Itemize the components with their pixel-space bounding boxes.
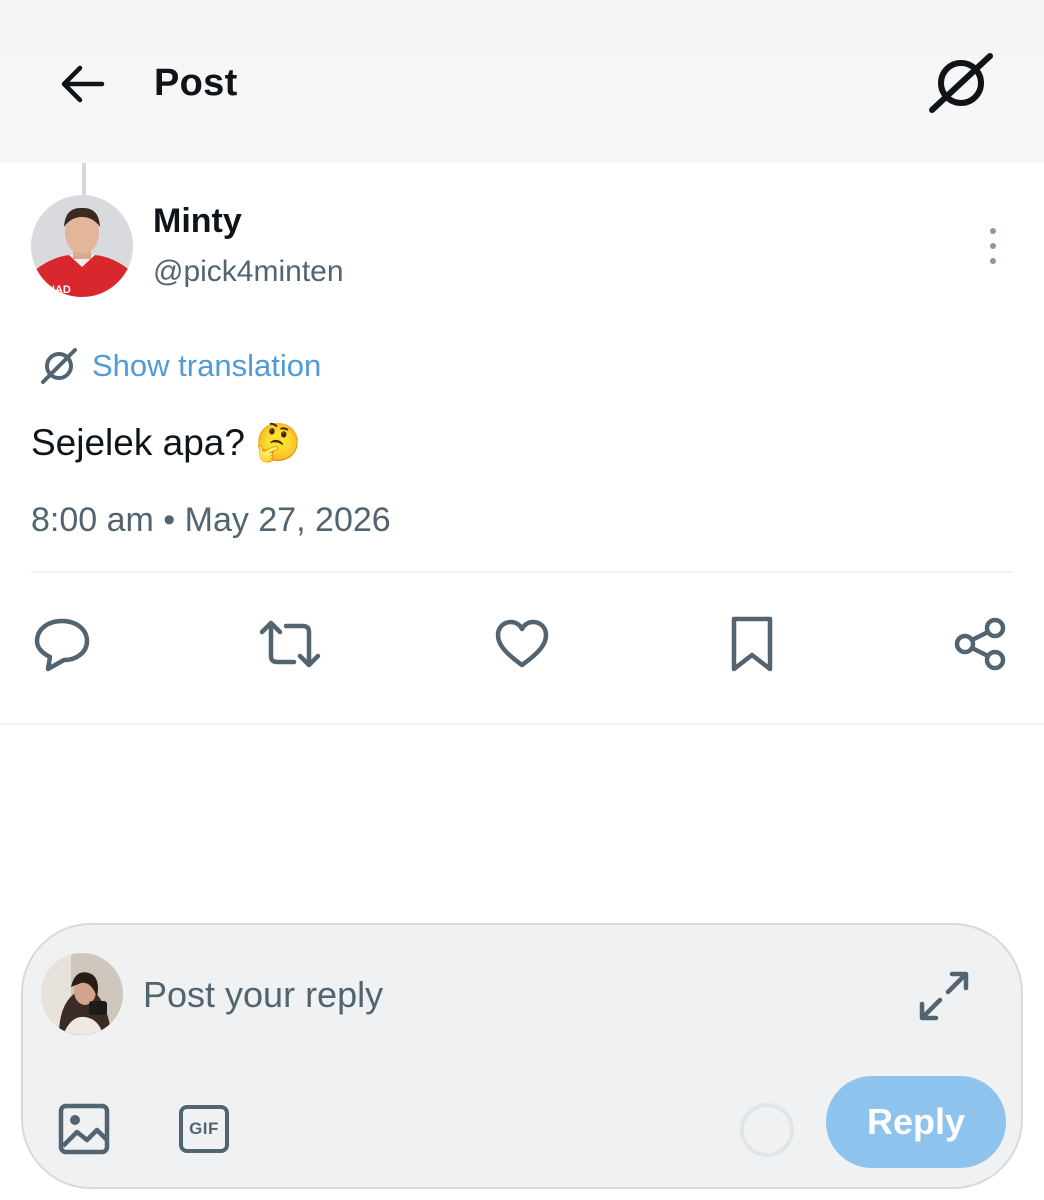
add-media-button[interactable] [57,1102,111,1156]
divider [0,723,1044,725]
show-translation-label: Show translation [92,348,322,383]
post-timestamp[interactable]: 8:00 am • May 27, 2026 [31,498,391,542]
show-translation-link[interactable]: Show translation [40,345,321,387]
add-gif-button[interactable]: GIF [179,1105,229,1153]
top-bar: Post [0,0,1044,163]
author-display-name[interactable]: Minty [153,200,242,242]
image-icon [58,1103,110,1155]
repost-action-button[interactable] [258,612,322,676]
avatar-hockey-player: NAD [31,195,133,297]
thread-line [82,163,86,195]
more-dot [990,258,996,264]
page-title: Post [154,62,238,104]
reply-input[interactable] [143,967,743,1023]
gif-label: GIF [189,1119,219,1138]
reply-composer: GIF Reply [21,923,1023,1189]
avatar-photo [41,953,123,1035]
grok-translate-button[interactable] [928,52,994,114]
more-dot [990,243,996,249]
divider [31,571,1013,573]
repost-icon [259,620,321,668]
reply-action-button[interactable] [30,612,94,676]
grok-translate-icon [929,53,993,113]
back-button[interactable] [56,60,108,108]
more-vertical-icon [990,228,996,234]
author-avatar[interactable]: NAD [31,195,133,297]
character-count-ring [740,1103,794,1157]
author-handle[interactable]: @pick4minten [153,252,344,292]
expand-composer-button[interactable] [913,965,975,1027]
arrow-left-icon [61,65,105,103]
more-options-button[interactable] [976,222,1010,270]
share-icon [954,617,1006,671]
reply-submit-button[interactable]: Reply [826,1076,1006,1168]
like-action-button[interactable] [490,612,554,676]
bookmark-action-button[interactable] [720,612,784,676]
post-text: Sejelek apa? 🤔 [31,422,302,463]
svg-text:NAD: NAD [47,284,71,296]
comment-icon [34,618,90,672]
bookmark-icon [731,616,773,672]
share-action-button[interactable] [948,612,1012,676]
grok-translate-icon [41,348,77,384]
current-user-avatar[interactable] [41,953,123,1035]
heart-icon [495,619,549,668]
expand-icon [919,971,969,1021]
